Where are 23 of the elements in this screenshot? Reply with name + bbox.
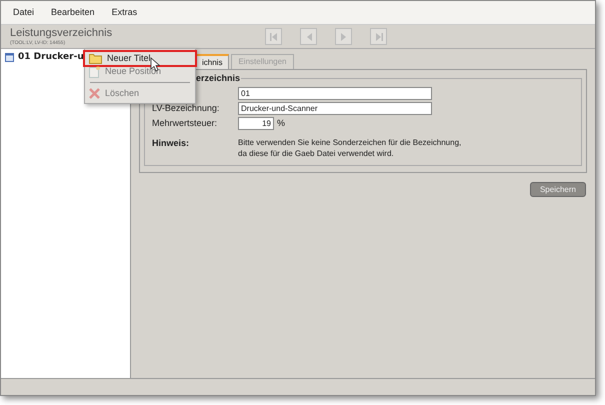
menu-item[interactable]: Datei — [13, 6, 34, 20]
tree-item[interactable]: 01 Drucker-u — [18, 51, 84, 64]
hint-text: Bitte verwenden Sie keine Sonderzeichen für die Bezeichnung, — [238, 137, 462, 148]
field-label: Mehrwertsteuer: — [152, 118, 218, 128]
menu-item[interactable]: Extras — [112, 6, 138, 20]
delete-icon — [89, 88, 100, 99]
right-arrow-icon — [374, 32, 384, 42]
page-icon — [89, 66, 100, 78]
table-icon — [5, 53, 14, 62]
context-menu-item[interactable]: Neuer Titel — [85, 52, 195, 65]
right-arrow-icon — [338, 32, 348, 42]
input-field[interactable]: Drucker-und-Scanner — [238, 102, 432, 115]
input-field[interactable]: 01 — [238, 87, 432, 100]
hint-text: da diese für die Gaeb Datei verwendet wird. — [238, 148, 395, 159]
tab[interactable]: ichnis — [195, 54, 230, 69]
folder-icon — [89, 53, 102, 64]
input-field[interactable]: 19 — [238, 117, 274, 130]
field-label: LV-Bezeichnung: — [152, 102, 220, 113]
menu-item[interactable]: Bearbeiten — [51, 6, 95, 20]
left-arrow-icon — [268, 32, 278, 42]
hint-label: Hinweis: — [152, 137, 190, 150]
unit-label: % — [277, 116, 286, 130]
page-title: Leistungsverzeichnis — [10, 28, 114, 38]
